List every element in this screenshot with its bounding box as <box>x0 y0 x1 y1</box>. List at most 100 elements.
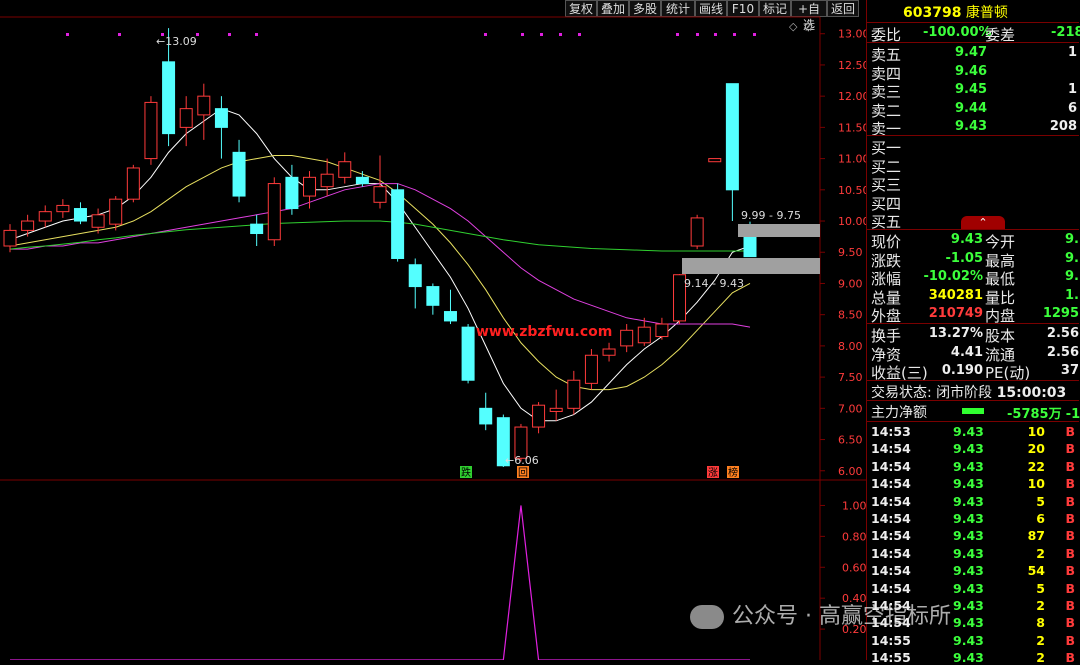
candle-body <box>655 323 669 338</box>
signal-dot <box>714 33 717 36</box>
weicha-value: -218 <box>1051 25 1080 40</box>
price-tick-label: 7.00 <box>838 402 863 415</box>
quote2-value-1: 4.41 <box>950 344 983 360</box>
quote-value-3: 340281 <box>928 287 983 303</box>
signal-dot <box>228 33 231 36</box>
candle-body <box>443 311 457 322</box>
quote-value2-4: 1295 <box>1042 306 1079 321</box>
divider <box>867 135 1079 136</box>
stock-terminal: 复权 叠加 多股 统计 画线 F10 标记 +自选 返回 ◇ ⚙ 13.00 12.50 12.00 11… <box>0 0 1080 665</box>
quote2-value2-0: 2.56 <box>1046 326 1079 341</box>
tick-side-13: B <box>1065 650 1075 665</box>
candle-body <box>38 211 52 222</box>
candle-body <box>197 95 211 116</box>
tick-price-8: 9.43 <box>953 563 984 579</box>
range-upper-label: 9.99 - 9.75 <box>741 209 801 222</box>
tick-side-7: B <box>1065 545 1075 561</box>
tick-price-9: 9.43 <box>953 580 984 596</box>
diamond-icon: ◇ <box>789 20 798 33</box>
tick-time-8: 14:54 <box>871 563 911 579</box>
tick-side-10: B <box>1065 598 1075 613</box>
ask-price-2: 9.45 <box>955 82 988 97</box>
low-annotation: ←6.06 <box>505 454 539 467</box>
candle-body <box>179 108 193 128</box>
marker-label-1: 回 <box>518 467 528 479</box>
tick-price-4: 9.43 <box>953 493 984 509</box>
price-tick-label: 8.50 <box>838 309 863 322</box>
tick-time-9: 14:54 <box>871 580 911 596</box>
ask-price-4: 9.43 <box>955 119 988 134</box>
wechat-watermark: 公众号 · 高赢空指标所 <box>690 598 951 630</box>
main-flow-bar <box>962 408 984 414</box>
candle-body <box>532 404 546 428</box>
candle-body <box>479 407 493 425</box>
divider <box>867 229 1079 230</box>
tick-time-4: 14:54 <box>871 493 911 509</box>
tick-side-9: B <box>1065 580 1075 596</box>
range-lower-label: 9.14 - 9.43 <box>684 277 744 290</box>
signal-dot <box>559 33 562 36</box>
ask-volume-0: 1 <box>1067 45 1077 60</box>
tick-side-8: B <box>1065 563 1075 579</box>
divider <box>867 323 1079 324</box>
tick-time-12: 14:55 <box>871 632 911 648</box>
tick-price-6: 9.43 <box>953 528 984 544</box>
candle-body <box>303 176 317 197</box>
ask-volume-4: 208 <box>1049 119 1077 134</box>
weibi-value: -100.00% <box>923 25 992 40</box>
candle-body <box>21 220 35 231</box>
tick-vol-10: 2 <box>1036 598 1045 613</box>
tick-vol-11: 8 <box>1036 615 1045 631</box>
tick-vol-12: 2 <box>1036 632 1045 648</box>
candle-body <box>373 186 387 203</box>
kline-chart[interactable]: ◇ ⚙ 13.00 12.50 12.00 11.50 11.00 10.50 10.00 9.5… <box>0 0 868 660</box>
ask-volume-2: 1 <box>1067 82 1077 97</box>
tick-side-1: B <box>1065 441 1075 457</box>
tick-vol-9: 5 <box>1036 580 1045 596</box>
sub-tick-label: 0.80 <box>842 530 867 543</box>
collapse-tab: ⌃ <box>961 216 1005 230</box>
tick-price-1: 9.43 <box>953 441 984 457</box>
tick-side-2: B <box>1065 458 1075 474</box>
sub-tick-label: 0.60 <box>842 561 867 574</box>
tick-side-5: B <box>1065 511 1075 526</box>
price-tick-label: 8.00 <box>838 340 863 353</box>
tick-vol-1: 20 <box>1027 441 1045 457</box>
price-tick-label: 10.00 <box>838 215 868 228</box>
tick-side-3: B <box>1065 476 1075 492</box>
quote-value2-0: 9. <box>1065 232 1079 247</box>
quote-value-2: -10.02% <box>923 269 983 284</box>
tick-vol-7: 2 <box>1036 545 1045 561</box>
tick-time-1: 14:54 <box>871 441 911 457</box>
quote-value2-1: 9. <box>1065 250 1079 266</box>
candle-body <box>725 83 739 191</box>
quote2-value2-2: 37 <box>1060 363 1079 378</box>
divider <box>867 42 1079 43</box>
price-tick-label: 6.00 <box>838 465 863 478</box>
candle-body <box>3 229 17 247</box>
tick-side-11: B <box>1065 615 1075 631</box>
signal-dot <box>578 33 581 36</box>
candle-body <box>250 223 264 235</box>
candle-body <box>56 204 70 213</box>
candle-body <box>602 348 616 356</box>
tick-time-2: 14:54 <box>871 458 911 474</box>
signal-dot <box>676 33 679 36</box>
tick-time-0: 14:53 <box>871 424 911 439</box>
tick-vol-3: 10 <box>1027 476 1045 492</box>
tick-price-13: 9.43 <box>953 650 984 665</box>
quote-value-1: -1.05 <box>945 250 983 266</box>
candle-body <box>549 407 563 412</box>
signal-dot <box>733 33 736 36</box>
ask-price-3: 9.44 <box>955 100 988 116</box>
price-tick-label: 12.50 <box>838 59 868 72</box>
tick-price-0: 9.43 <box>953 424 984 439</box>
tick-time-3: 14:54 <box>871 476 911 492</box>
range-bar-upper <box>738 224 820 237</box>
trade-status: 交易状态: 闭市阶段 15:00:03 <box>871 385 1067 401</box>
candle-body <box>620 329 634 347</box>
quote-value2-2: 9. <box>1065 269 1079 284</box>
price-tick-label: 13.00 <box>838 28 868 41</box>
tick-side-12: B <box>1065 632 1075 648</box>
candle-body <box>355 176 369 185</box>
